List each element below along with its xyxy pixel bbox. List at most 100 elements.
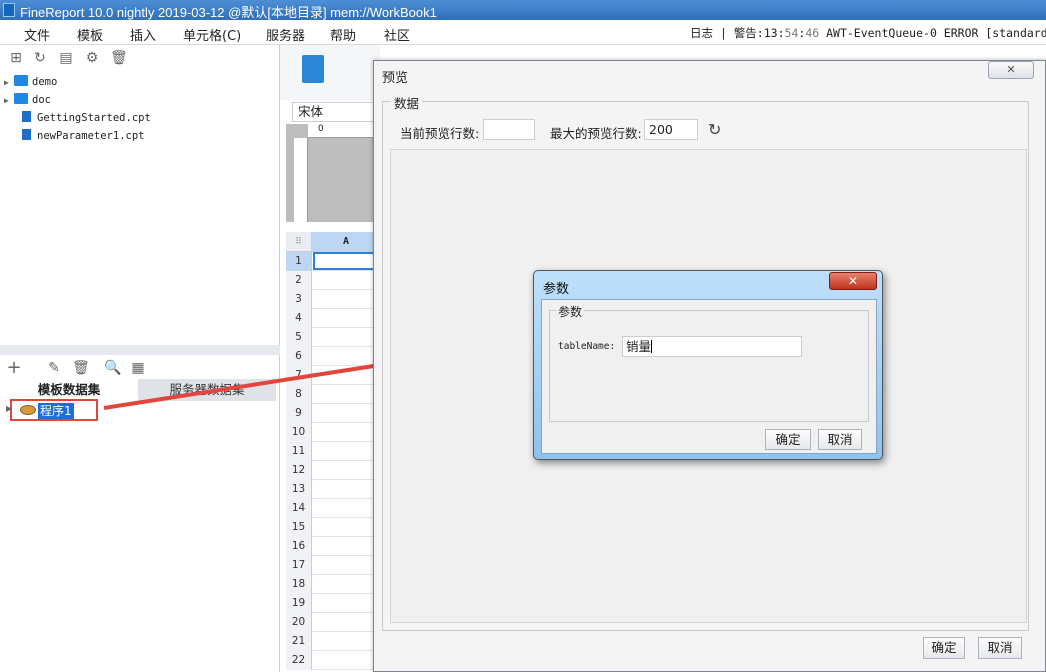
- param-cancel-button[interactable]: 取消: [818, 429, 862, 450]
- row-number[interactable]: 21: [286, 632, 312, 651]
- selected-cell-a1[interactable]: [313, 252, 380, 270]
- delete-icon[interactable]: 🗑: [110, 50, 128, 66]
- grid-row[interactable]: 21: [286, 632, 380, 651]
- report-file-icon: [22, 111, 31, 122]
- tree-item-doc[interactable]: ▶ doc: [4, 93, 51, 111]
- edit-icon[interactable]: ✎: [46, 360, 62, 376]
- grid-row[interactable]: 9: [286, 404, 380, 423]
- grid-row[interactable]: 13: [286, 480, 380, 499]
- add-icon[interactable]: +: [6, 359, 22, 377]
- log-link[interactable]: 日志: [690, 26, 713, 40]
- refresh-icon[interactable]: ↻: [708, 120, 721, 139]
- grid-row[interactable]: 7: [286, 366, 380, 385]
- grid-row[interactable]: 12: [286, 461, 380, 480]
- tree-item-newparameter[interactable]: newParameter1.cpt: [4, 129, 144, 147]
- tab-template-datasets[interactable]: 模板数据集: [0, 379, 138, 401]
- preview-icon[interactable]: 🔍: [104, 360, 121, 376]
- row-number[interactable]: 3: [286, 290, 312, 309]
- row-number[interactable]: 4: [286, 309, 312, 328]
- menu-template[interactable]: 模板: [77, 25, 103, 44]
- current-rows-input[interactable]: [483, 119, 535, 140]
- parameter-group-legend: 参数: [556, 303, 585, 320]
- grid-row[interactable]: 22: [286, 651, 380, 670]
- row-number[interactable]: 18: [286, 575, 312, 594]
- column-header-a[interactable]: A: [312, 232, 380, 252]
- param-ok-button[interactable]: 确定: [765, 429, 811, 450]
- expand-icon[interactable]: ▶: [4, 96, 14, 105]
- row-number[interactable]: 13: [286, 480, 312, 499]
- max-rows-label: 最大的预览行数:: [550, 126, 642, 141]
- ok-button[interactable]: 确定: [923, 637, 965, 659]
- open-icon[interactable]: ▤: [58, 50, 74, 66]
- program-dataset-icon: [20, 405, 36, 415]
- row-number[interactable]: 15: [286, 518, 312, 537]
- row-number[interactable]: 9: [286, 404, 312, 423]
- refresh-icon[interactable]: ↻: [32, 50, 48, 66]
- tree-item-gettingstarted[interactable]: GettingStarted.cpt: [4, 111, 151, 129]
- cancel-button[interactable]: 取消: [978, 637, 1022, 659]
- row-number[interactable]: 2: [286, 271, 312, 290]
- grid-row[interactable]: 18: [286, 575, 380, 594]
- parameter-dialog: 参数 ✕ 参数 tableName: 销量 确定 取消: [533, 270, 883, 460]
- row-number[interactable]: 6: [286, 347, 312, 366]
- row-number[interactable]: 17: [286, 556, 312, 575]
- dataset-item-highlighted[interactable]: ▶ 程序1: [6, 399, 98, 421]
- grid-row[interactable]: 20: [286, 613, 380, 632]
- grid-row[interactable]: 15: [286, 518, 380, 537]
- row-number[interactable]: 11: [286, 442, 312, 461]
- menu-community[interactable]: 社区: [384, 25, 410, 44]
- row-number[interactable]: 10: [286, 423, 312, 442]
- grid-row[interactable]: 3: [286, 290, 380, 309]
- grid-row[interactable]: 4: [286, 309, 380, 328]
- grid-corner-icon[interactable]: ⠿: [286, 232, 312, 252]
- expand-icon[interactable]: ▶: [4, 78, 14, 87]
- row-number[interactable]: 14: [286, 499, 312, 518]
- horizontal-ruler: 0: [308, 124, 380, 138]
- menu-cell[interactable]: 单元格(C): [183, 25, 241, 44]
- row-number[interactable]: 5: [286, 328, 312, 347]
- row-number[interactable]: 1: [286, 252, 312, 271]
- tab-server-datasets[interactable]: 服务器数据集: [138, 379, 276, 401]
- grid-row[interactable]: 11: [286, 442, 380, 461]
- grid-row[interactable]: 6: [286, 347, 380, 366]
- grid-row[interactable]: 16: [286, 537, 380, 556]
- menu-insert[interactable]: 插入: [130, 25, 156, 44]
- menu-server[interactable]: 服务器: [266, 25, 305, 44]
- grid-row[interactable]: 14: [286, 499, 380, 518]
- row-number[interactable]: 19: [286, 594, 312, 613]
- font-select[interactable]: 宋体: [292, 102, 377, 122]
- preview-title: 预览: [382, 71, 409, 86]
- menu-help[interactable]: 帮助: [330, 25, 356, 44]
- close-button[interactable]: ✕: [829, 272, 877, 290]
- tree-item-demo[interactable]: ▶ demo: [4, 75, 57, 93]
- expand-icon[interactable]: ▶: [6, 404, 12, 413]
- row-number[interactable]: 20: [286, 613, 312, 632]
- panel-splitter[interactable]: [0, 345, 280, 355]
- new-folder-icon[interactable]: ⊞: [8, 50, 24, 66]
- menu-file[interactable]: 文件: [24, 25, 50, 44]
- grid-row[interactable]: 2: [286, 271, 380, 290]
- window-title: FineReport 10.0 nightly 2019-03-12 @默认[本…: [20, 5, 437, 20]
- grid-row[interactable]: 5: [286, 328, 380, 347]
- row-number[interactable]: 12: [286, 461, 312, 480]
- row-number[interactable]: 22: [286, 651, 312, 670]
- app-logo-icon: [3, 3, 15, 17]
- row-number[interactable]: 8: [286, 385, 312, 404]
- folder-icon: [14, 75, 28, 86]
- close-button[interactable]: ✕: [988, 61, 1034, 79]
- row-number[interactable]: 7: [286, 366, 312, 385]
- tablename-input[interactable]: 销量: [622, 336, 802, 357]
- max-rows-input[interactable]: 200: [644, 119, 698, 140]
- grid-row[interactable]: 8: [286, 385, 380, 404]
- delete-icon[interactable]: 🗑: [72, 360, 90, 376]
- row-number[interactable]: 16: [286, 537, 312, 556]
- settings-icon[interactable]: ⚙: [84, 50, 100, 66]
- template-icon[interactable]: [302, 55, 324, 83]
- data-group-legend: 数据: [391, 93, 423, 112]
- grid-row[interactable]: 19: [286, 594, 380, 613]
- grid-row[interactable]: 17: [286, 556, 380, 575]
- grid-row[interactable]: 1: [286, 252, 380, 271]
- grid-row[interactable]: 10: [286, 423, 380, 442]
- text-cursor: [651, 340, 653, 353]
- field-icon[interactable]: ▦: [130, 360, 146, 376]
